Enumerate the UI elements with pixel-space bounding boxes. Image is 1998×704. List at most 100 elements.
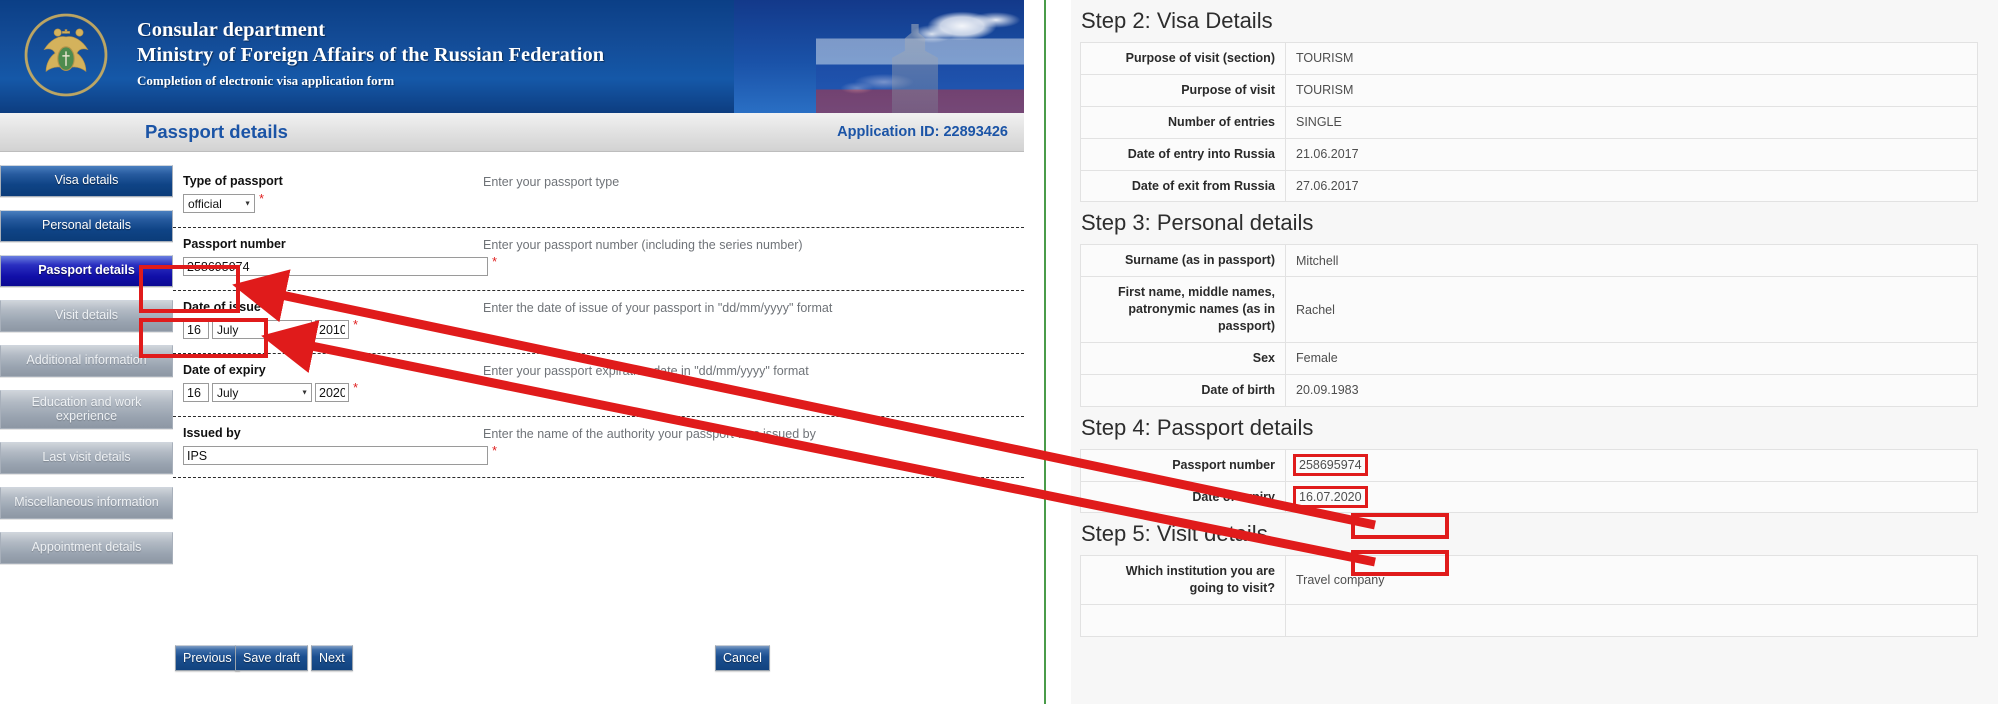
step-2-table: Purpose of visit (section) TOURISM Purpo…: [1080, 42, 1978, 203]
summary-date-of-expiry-highlight-box: [1351, 550, 1449, 576]
application-id-label: Application ID: 22893426: [837, 124, 1008, 140]
step-4-title: Step 4: Passport details: [1081, 414, 1314, 440]
form-row-date-of-expiry: Date of expiry July * Enter your passpor…: [173, 353, 1024, 416]
hint-date-of-issue: Enter the date of issue of your passport…: [483, 301, 833, 315]
banner-title-group: Consular department Ministry of Foreign …: [137, 18, 604, 90]
step-3-table: Surname (as in passport) Mitchell First …: [1080, 244, 1978, 407]
required-asterisk: *: [259, 191, 265, 206]
hint-date-of-expiry: Enter your passport expiration date in "…: [483, 364, 809, 378]
summary-key: Date of birth: [1080, 373, 1286, 407]
step-2-title: Step 2: Visa Details: [1081, 8, 1273, 33]
table-row: [1080, 604, 1978, 637]
form-button-bar: Previous Save draft Next Cancel: [173, 645, 1024, 685]
form-row-passport-number: Passport number * Enter your passport nu…: [173, 227, 1024, 290]
application-summary-panel: Step 2: Visa Details Purpose of visit (s…: [1071, 0, 1998, 704]
date-of-expiry-month-select[interactable]: July: [212, 383, 312, 402]
panel-divider: [1044, 0, 1046, 704]
step-4-table: Passport number 258695974 Date of expiry…: [1080, 448, 1978, 514]
date-of-issue-year-input[interactable]: [315, 320, 349, 339]
sidebar-item-visa-details[interactable]: Visa details: [0, 165, 173, 197]
cancel-button[interactable]: Cancel: [715, 645, 770, 671]
sidebar-item-last-visit-details: Last visit details: [0, 442, 173, 474]
summary-value: Mitchell: [1285, 244, 1978, 278]
summary-value: SINGLE: [1285, 105, 1978, 139]
table-row: Date of birth 20.09.1983: [1080, 373, 1978, 407]
date-of-expiry-month-select-wrapper: July: [212, 383, 312, 402]
type-of-passport-select[interactable]: official: [183, 194, 255, 213]
summary-passport-number-highlight-box: [1351, 513, 1449, 539]
required-asterisk: *: [353, 380, 359, 395]
table-row: Date of exit from Russia 27.06.2017: [1080, 169, 1978, 203]
summary-key: Date of expiry: [1080, 480, 1286, 514]
double-headed-eagle-icon: [43, 28, 89, 72]
type-of-passport-select-wrapper: official: [183, 194, 255, 213]
required-asterisk: *: [492, 254, 498, 269]
sidebar-item-personal-details[interactable]: Personal details: [0, 210, 173, 242]
summary-value: Rachel: [1285, 276, 1978, 343]
table-row: Sex Female: [1080, 341, 1978, 375]
table-row: Date of expiry 16.07.2020: [1080, 480, 1978, 514]
summary-value: TOURISM: [1285, 42, 1978, 75]
date-of-expiry-field-highlight-box: [139, 318, 268, 358]
next-button[interactable]: Next: [311, 645, 353, 671]
step-3-title: Step 3: Personal details: [1081, 210, 1314, 236]
issued-by-input[interactable]: [183, 446, 488, 465]
banner-line-2: Ministry of Foreign Affairs of the Russi…: [137, 44, 605, 66]
summary-key: Purpose of visit: [1080, 73, 1286, 107]
table-row: Purpose of visit TOURISM: [1080, 73, 1978, 107]
previous-button[interactable]: Previous: [175, 645, 240, 671]
date-of-expiry-day-input[interactable]: [183, 383, 209, 402]
screenshot-root: Consular department Ministry of Foreign …: [0, 0, 1998, 704]
form-row-issued-by: Issued by * Enter the name of the author…: [173, 416, 1024, 478]
required-asterisk: *: [353, 317, 359, 332]
step-5-title: Step 5: Visit details: [1081, 521, 1268, 547]
page-title: Passport details: [145, 121, 288, 142]
date-of-expiry-year-input[interactable]: [315, 383, 349, 402]
russian-mfa-emblem-icon: [16, 5, 116, 105]
table-row: Which institution you are going to visit…: [1080, 555, 1978, 606]
summary-value: Female: [1285, 341, 1978, 375]
banner-line-3: Completion of electronic visa applicatio…: [137, 73, 395, 88]
step-navigation-sidebar: Visa details Personal details Passport d…: [0, 165, 173, 577]
summary-key: First name, middle names, patronymic nam…: [1080, 276, 1286, 343]
table-row: First name, middle names, patronymic nam…: [1080, 276, 1978, 343]
summary-key: Which institution you are going to visit…: [1080, 555, 1286, 606]
summary-value: TOURISM: [1285, 73, 1978, 107]
hint-type-of-passport: Enter your passport type: [483, 175, 620, 189]
passport-details-form: Type of passport official * Enter your p…: [173, 165, 1024, 478]
table-row: Surname (as in passport) Mitchell: [1080, 244, 1978, 278]
sidebar-item-appointment-details: Appointment details: [0, 532, 173, 564]
site-banner: Consular department Ministry of Foreign …: [0, 0, 1024, 113]
save-draft-button[interactable]: Save draft: [235, 645, 308, 671]
summary-key: Surname (as in passport): [1080, 244, 1286, 278]
summary-value: 21.06.2017: [1285, 137, 1978, 171]
step-5-table: Which institution you are going to visit…: [1080, 555, 1978, 637]
sidebar-item-miscellaneous-information: Miscellaneous information: [0, 487, 173, 519]
form-row-type-of-passport: Type of passport official * Enter your p…: [173, 165, 1024, 227]
summary-key: Purpose of visit (section): [1080, 42, 1286, 75]
table-row: Purpose of visit (section) TOURISM: [1080, 42, 1978, 75]
sidebar-item-education-and-work-experience: Education and work experience: [0, 390, 173, 429]
summary-key: Passport number: [1080, 448, 1286, 482]
summary-key: [1080, 604, 1286, 637]
page-titlebar: Passport details Application ID: 2289342…: [0, 113, 1024, 152]
summary-key: Date of exit from Russia: [1080, 169, 1286, 203]
required-asterisk: *: [492, 443, 498, 458]
hint-passport-number: Enter your passport number (including th…: [483, 238, 803, 252]
summary-value: 20.09.1983: [1285, 373, 1978, 407]
summary-key: Sex: [1080, 341, 1286, 375]
table-row: Number of entries SINGLE: [1080, 105, 1978, 139]
table-row: Date of entry into Russia 21.06.2017: [1080, 137, 1978, 171]
highlighted-date-of-expiry: 16.07.2020: [1296, 489, 1365, 505]
hint-issued-by: Enter the name of the authority your pas…: [483, 427, 816, 441]
summary-value: 27.06.2017: [1285, 169, 1978, 203]
summary-value: [1285, 604, 1978, 637]
banner-line-1: Consular department: [137, 19, 326, 41]
table-row: Passport number 258695974: [1080, 448, 1978, 482]
summary-key: Number of entries: [1080, 105, 1286, 139]
form-row-date-of-issue: Date of issue July * Enter the date of i…: [173, 290, 1024, 353]
passport-number-field-highlight-box: [139, 265, 240, 313]
highlighted-passport-number: 258695974: [1296, 457, 1365, 473]
summary-value-passport-number: 258695974: [1285, 448, 1978, 482]
summary-value-date-of-expiry: 16.07.2020: [1285, 480, 1978, 514]
